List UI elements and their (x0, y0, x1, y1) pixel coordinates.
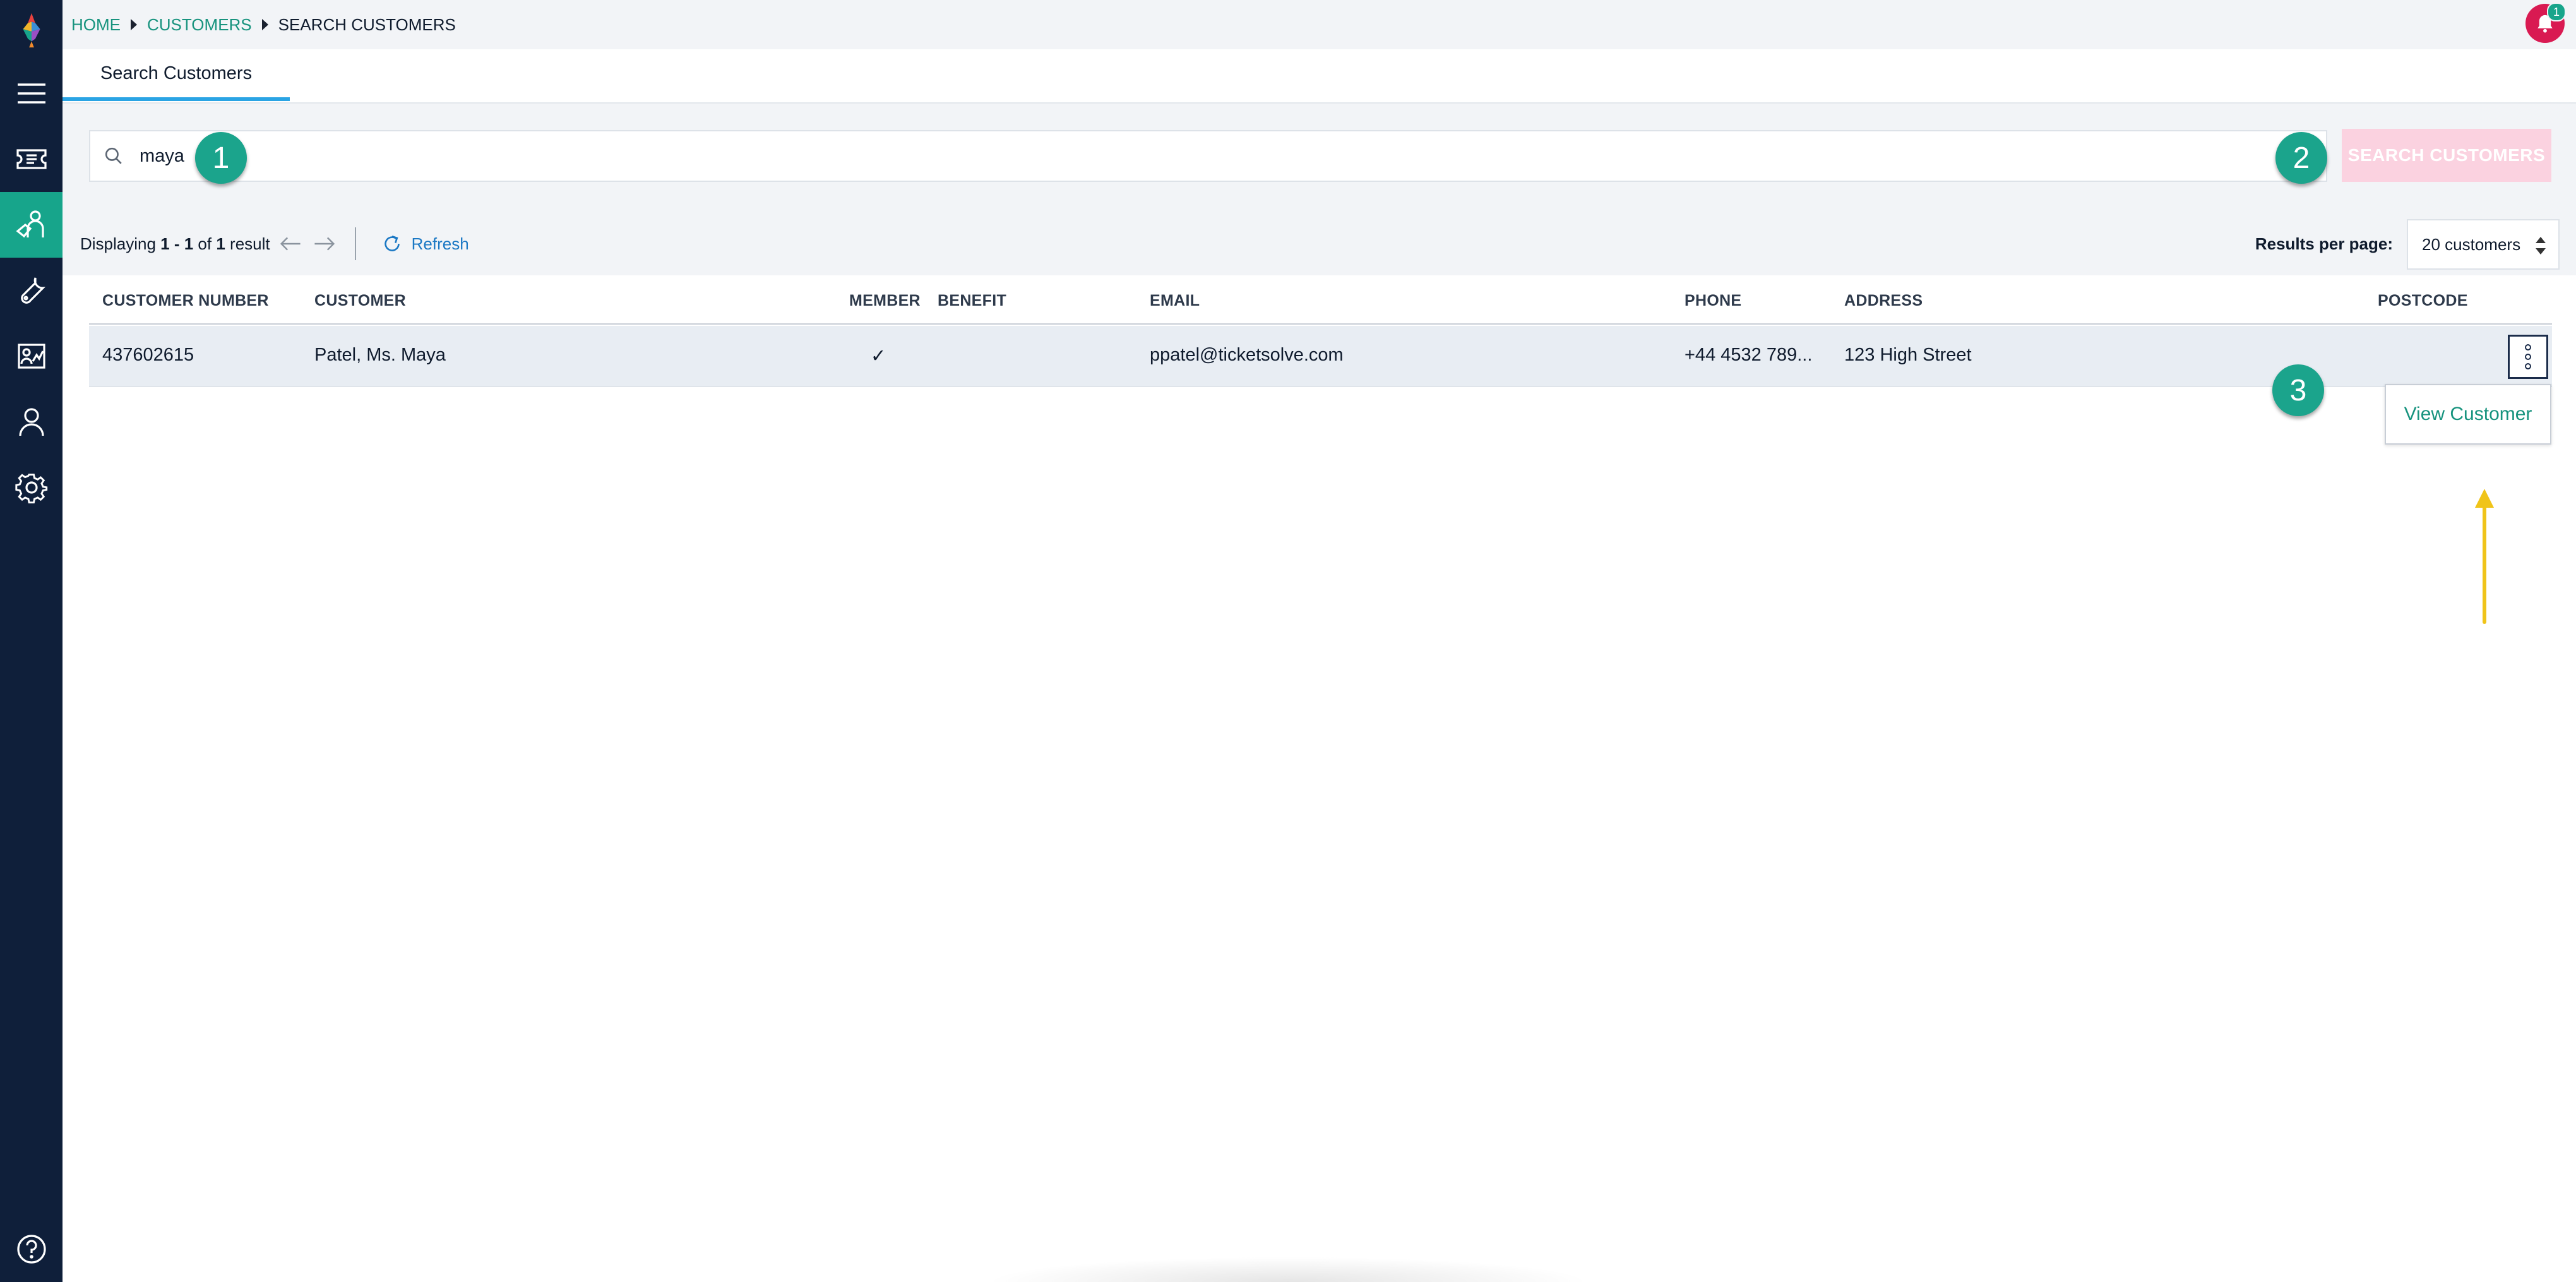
search-field[interactable] (89, 130, 2327, 182)
results-suffix: result (225, 234, 270, 253)
results-per-page-value: 20 customers (2422, 234, 2521, 254)
column-header-email[interactable]: EMAIL (1150, 292, 1200, 310)
breadcrumb-customers[interactable]: CUSTOMERS (147, 15, 252, 35)
customers-icon[interactable] (0, 192, 63, 258)
column-header-postcode[interactable]: POSTCODE (2378, 292, 2468, 310)
bottom-shadow (985, 1257, 1591, 1282)
breadcrumb-current: SEARCH CUSTOMERS (278, 15, 456, 34)
notification-count-badge: 1 (2547, 3, 2566, 21)
cell-address: 123 High Street (1844, 345, 1972, 365)
top-bar: HOME CUSTOMERS SEARCH CUSTOMERS 1 (63, 0, 2576, 49)
results-per-page-select[interactable]: 20 customers (2407, 219, 2560, 270)
results-total: 1 (216, 234, 225, 253)
results-toolbar: Displaying 1 - 1 of 1 result Refresh Res… (63, 212, 2576, 275)
logo-icon[interactable] (0, 0, 63, 61)
column-header-member[interactable]: MEMBER (849, 292, 921, 310)
search-input[interactable] (138, 145, 2035, 167)
cell-email: ppatel@ticketsolve.com (1150, 345, 1344, 365)
user-icon[interactable] (0, 389, 63, 455)
breadcrumb: HOME CUSTOMERS SEARCH CUSTOMERS (71, 15, 456, 35)
results-per-page-label: Results per page: (2255, 234, 2393, 253)
refresh-button[interactable]: Refresh (381, 233, 469, 255)
sidebar (0, 0, 63, 1282)
select-updown-icon (2536, 237, 2546, 255)
cell-customer: Patel, Ms. Maya (314, 345, 446, 365)
search-icon (105, 147, 122, 164)
cell-phone: +44 4532 789... (1685, 345, 1813, 365)
cell-customer-number: 437602615 (102, 345, 194, 365)
ticket-icon[interactable] (0, 126, 63, 192)
annotation-arrow-icon (2475, 489, 2494, 624)
kebab-dot-icon (2525, 363, 2531, 369)
column-header-customer-number[interactable]: CUSTOMER NUMBER (102, 292, 269, 310)
help-icon[interactable] (0, 1216, 63, 1282)
search-customers-button[interactable]: SEARCH CUSTOMERS (2342, 129, 2551, 182)
column-header-phone[interactable]: PHONE (1685, 292, 1741, 310)
kebab-dot-icon (2525, 344, 2531, 350)
step-badge-3: 3 (2272, 364, 2324, 416)
table-row[interactable]: 437602615 Patel, Ms. Maya ✓ ppatel@ticke… (89, 326, 2552, 387)
cell-member-check: ✓ (871, 346, 886, 366)
arrow-left-icon (280, 237, 301, 251)
kebab-dot-icon (2525, 354, 2531, 360)
breadcrumb-home[interactable]: HOME (71, 15, 121, 35)
column-header-benefit[interactable]: BENEFIT (938, 292, 1006, 310)
previous-page-button[interactable] (277, 230, 304, 258)
breadcrumb-separator-icon (131, 19, 137, 30)
column-header-address[interactable]: ADDRESS (1844, 292, 1923, 310)
arrow-right-icon (314, 237, 335, 251)
refresh-icon (384, 235, 400, 251)
refresh-label: Refresh (411, 234, 469, 253)
breadcrumb-separator-icon (261, 19, 268, 30)
tools-icon[interactable] (0, 258, 63, 323)
step-badge-1: 1 (195, 132, 247, 184)
row-actions-button[interactable] (2508, 335, 2548, 379)
step-badge-2: 2 (2275, 132, 2327, 184)
settings-icon[interactable] (0, 455, 63, 520)
tab-search-customers[interactable]: Search Customers (63, 49, 290, 101)
results-range: 1 - 1 (160, 234, 194, 253)
tab-bar: Search Customers (63, 49, 2576, 104)
table-header: CUSTOMER NUMBER CUSTOMER MEMBER BENEFIT … (89, 278, 2552, 325)
toolbar-divider (354, 227, 356, 260)
column-header-customer[interactable]: CUSTOMER (314, 292, 406, 310)
view-customer-menu-item[interactable]: View Customer (2404, 404, 2532, 425)
results-prefix: Displaying (80, 234, 161, 253)
menu-icon[interactable] (0, 61, 63, 126)
reports-icon[interactable] (0, 323, 63, 389)
notifications-button[interactable]: 1 (2525, 3, 2566, 43)
results-of: of (193, 234, 217, 253)
search-panel: SEARCH CUSTOMERS (63, 104, 2576, 212)
row-actions-menu: View Customer (2385, 384, 2551, 445)
results-summary: Displaying 1 - 1 of 1 result (80, 234, 270, 254)
next-page-button[interactable] (311, 230, 338, 258)
